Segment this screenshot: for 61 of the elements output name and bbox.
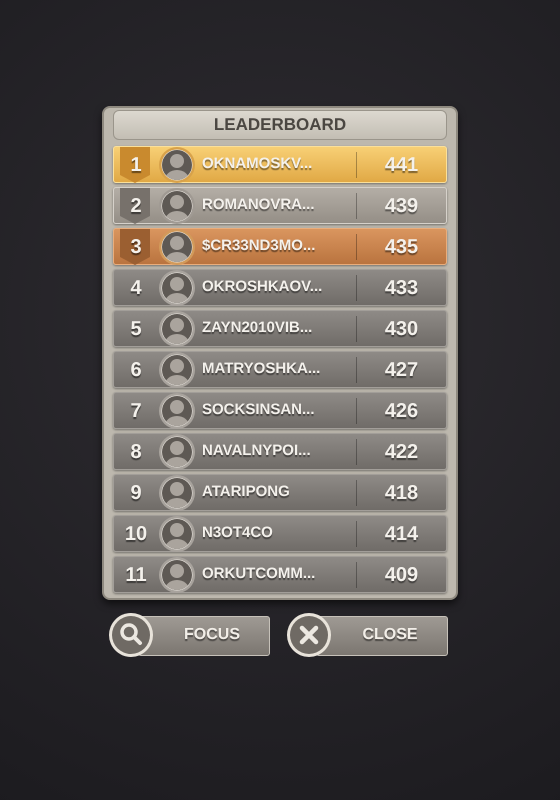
score: 427 [384, 358, 420, 382]
leaderboard-row[interactable]: 6 MATRYOSHKA... 427 [113, 351, 447, 388]
rank-pennant-icon [120, 229, 150, 265]
leaderboard-title: LEADERBOARD [214, 114, 346, 136]
score: 441 [384, 152, 420, 178]
leaderboard-row[interactable]: 11 ORKUTCOMM... 409 [113, 556, 447, 593]
rank-number: 9 [130, 480, 142, 506]
player-name: ORKUTCOMM... [202, 564, 316, 584]
leaderboard-row[interactable]: 10 N3OT4CO 414 [113, 515, 447, 552]
leaderboard-row[interactable]: 2 ROMANOVRA... 439 [113, 187, 447, 224]
avatar-icon [158, 392, 196, 430]
score: 414 [384, 522, 420, 546]
rank-number: 1 [130, 152, 142, 178]
avatar-icon [158, 186, 196, 224]
player-name: $CR33ND3MO... [202, 236, 316, 256]
rank-number: 10 [124, 522, 148, 546]
avatar-icon [158, 310, 196, 348]
player-name: ZAYN2010VIB... [202, 318, 314, 338]
player-name: ATARIPONG [202, 482, 291, 502]
rank-number: 5 [130, 316, 142, 342]
leaderboard-row[interactable]: 1 OKNAMOSKV... 441 [113, 146, 447, 183]
avatar-icon [158, 474, 196, 512]
rank-number: 7 [130, 398, 142, 424]
player-name: OKNAMOSKV... [202, 154, 314, 174]
leaderboard-row[interactable]: 9 ATARIPONG 418 [113, 474, 447, 511]
search-icon [108, 612, 154, 658]
score: 426 [384, 398, 420, 424]
avatar-icon [158, 556, 196, 594]
rank-number: 4 [130, 276, 142, 300]
avatar-icon [158, 268, 196, 306]
rank-pennant-icon [120, 147, 150, 183]
score: 409 [384, 562, 420, 588]
score: 435 [384, 234, 420, 260]
player-name: MATRYOSHKA... [202, 359, 322, 380]
score: 430 [384, 316, 420, 342]
rank-number: 8 [130, 440, 142, 464]
leaderboard-row[interactable]: 3 $CR33ND3MO... 435 [113, 228, 447, 265]
rank-number: 3 [130, 234, 142, 260]
leaderboard-row[interactable]: 4 OKROSHKAOV... 433 [113, 269, 447, 306]
player-name: NAVALNYPOI... [202, 441, 312, 462]
leaderboard-row[interactable]: 5 ZAYN2010VIB... 430 [113, 310, 447, 347]
avatar-icon [158, 432, 196, 470]
avatar-icon [158, 146, 196, 184]
close-icon [286, 612, 332, 658]
leaderboard-row[interactable]: 7 SOCKSINSAN... 426 [113, 392, 447, 429]
rank-pennant-icon [120, 188, 150, 224]
leaderboard-row[interactable]: 8 NAVALNYPOI... 422 [113, 433, 447, 470]
score: 422 [384, 440, 420, 464]
rank-number: 11 [125, 562, 147, 588]
score: 418 [384, 480, 420, 506]
player-name: SOCKSINSAN... [202, 400, 316, 420]
avatar-icon [158, 514, 196, 552]
avatar-icon [158, 350, 196, 388]
rank-number: 6 [130, 358, 142, 382]
rank-number: 2 [130, 194, 142, 218]
score: 439 [384, 194, 420, 218]
player-name: ROMANOVRA... [202, 195, 316, 216]
avatar-icon [158, 228, 196, 266]
player-name: N3OT4CO [202, 523, 274, 544]
player-name: OKROSHKAOV... [202, 277, 324, 298]
score: 433 [384, 276, 420, 300]
